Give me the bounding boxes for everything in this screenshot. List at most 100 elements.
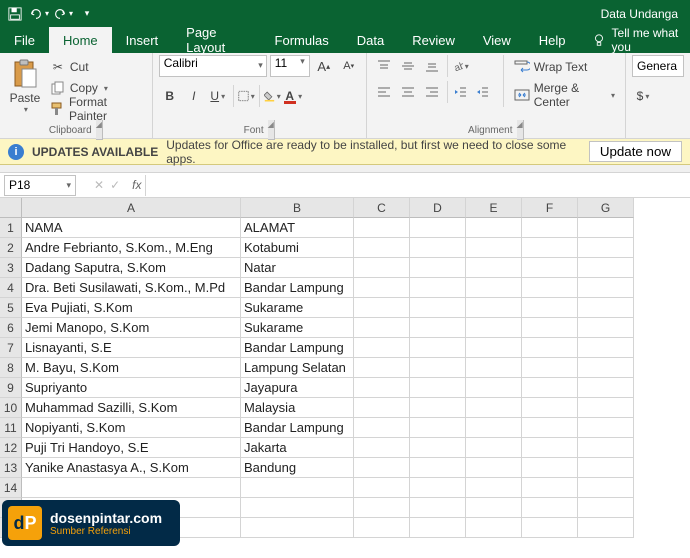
cell[interactable] xyxy=(578,238,634,258)
font-name-select[interactable]: Calibri▾ xyxy=(159,55,267,77)
fx-icon[interactable]: fx xyxy=(132,178,141,192)
cell[interactable]: Malaysia xyxy=(241,398,354,418)
cell[interactable] xyxy=(466,298,522,318)
cell[interactable] xyxy=(466,458,522,478)
update-now-button[interactable]: Update now xyxy=(589,141,682,162)
cell[interactable] xyxy=(410,438,466,458)
fill-color-button[interactable]: ▾ xyxy=(259,85,281,107)
cell[interactable]: Dra. Beti Susilawati, S.Kom., M.Pd xyxy=(22,278,241,298)
row-header[interactable]: 7 xyxy=(0,338,22,358)
column-header[interactable]: E xyxy=(466,198,522,218)
row-header[interactable]: 4 xyxy=(0,278,22,298)
cell[interactable] xyxy=(522,518,578,538)
row-header[interactable]: 8 xyxy=(0,358,22,378)
cell[interactable] xyxy=(578,418,634,438)
cell[interactable]: Kotabumi xyxy=(241,238,354,258)
cell[interactable] xyxy=(578,258,634,278)
font-color-button[interactable]: A▾ xyxy=(283,85,305,107)
italic-button[interactable]: I xyxy=(183,85,205,107)
cell[interactable]: Yanike Anastasya A., S.Kom xyxy=(22,458,241,478)
dialog-launcher-icon[interactable]: ◢ xyxy=(96,120,103,140)
cell[interactable] xyxy=(410,358,466,378)
row-header[interactable]: 13 xyxy=(0,458,22,478)
cell[interactable]: Bandar Lampung xyxy=(241,418,354,438)
cell[interactable] xyxy=(354,458,410,478)
cell[interactable] xyxy=(354,318,410,338)
cell[interactable] xyxy=(466,438,522,458)
currency-button[interactable]: $▾ xyxy=(632,85,654,107)
cell[interactable]: Sukarame xyxy=(241,318,354,338)
number-format-select[interactable]: Genera xyxy=(632,55,684,77)
row-header[interactable]: 12 xyxy=(0,438,22,458)
cell[interactable] xyxy=(354,218,410,238)
cell[interactable] xyxy=(241,518,354,538)
qat-customize-button[interactable]: ▾ xyxy=(76,3,98,25)
cell[interactable] xyxy=(578,318,634,338)
cell[interactable] xyxy=(354,278,410,298)
cell[interactable]: Bandung xyxy=(241,458,354,478)
cell[interactable] xyxy=(410,338,466,358)
cell[interactable]: Lisnayanti, S.E xyxy=(22,338,241,358)
cell[interactable] xyxy=(241,498,354,518)
format-painter-button[interactable]: Format Painter xyxy=(48,99,146,119)
cell[interactable] xyxy=(410,378,466,398)
cell[interactable] xyxy=(578,278,634,298)
cell[interactable]: ALAMAT xyxy=(241,218,354,238)
cell[interactable] xyxy=(522,358,578,378)
cell[interactable] xyxy=(522,398,578,418)
cell[interactable] xyxy=(466,238,522,258)
cell[interactable] xyxy=(22,478,241,498)
tab-file[interactable]: File xyxy=(0,27,49,53)
cell[interactable] xyxy=(578,358,634,378)
save-button[interactable] xyxy=(4,3,26,25)
cell[interactable]: Supriyanto xyxy=(22,378,241,398)
cell[interactable] xyxy=(354,258,410,278)
row-header[interactable]: 1 xyxy=(0,218,22,238)
cell[interactable] xyxy=(522,258,578,278)
bold-button[interactable]: B xyxy=(159,85,181,107)
cell[interactable] xyxy=(354,338,410,358)
cell[interactable]: Nopiyanti, S.Kom xyxy=(22,418,241,438)
cell[interactable] xyxy=(354,238,410,258)
cell[interactable] xyxy=(466,318,522,338)
align-right-button[interactable] xyxy=(421,81,443,103)
cell[interactable] xyxy=(410,218,466,238)
increase-font-button[interactable]: A▴ xyxy=(313,55,335,77)
cell[interactable]: Jakarta xyxy=(241,438,354,458)
column-header[interactable]: A xyxy=(22,198,241,218)
cell[interactable] xyxy=(354,438,410,458)
cell[interactable]: Jemi Manopo, S.Kom xyxy=(22,318,241,338)
cell[interactable] xyxy=(522,338,578,358)
cell[interactable] xyxy=(578,458,634,478)
cell[interactable] xyxy=(241,478,354,498)
cell[interactable] xyxy=(578,338,634,358)
cell[interactable] xyxy=(578,518,634,538)
row-header[interactable]: 14 xyxy=(0,478,22,498)
cell[interactable] xyxy=(466,398,522,418)
cell[interactable]: Bandar Lampung xyxy=(241,278,354,298)
cell[interactable]: Sukarame xyxy=(241,298,354,318)
cell[interactable] xyxy=(354,378,410,398)
column-header[interactable]: B xyxy=(241,198,354,218)
cell[interactable] xyxy=(522,478,578,498)
column-header[interactable]: F xyxy=(522,198,578,218)
column-header[interactable]: C xyxy=(354,198,410,218)
column-header[interactable]: G xyxy=(578,198,634,218)
cell[interactable] xyxy=(354,518,410,538)
cell[interactable] xyxy=(522,278,578,298)
cell[interactable] xyxy=(466,218,522,238)
cell[interactable] xyxy=(410,238,466,258)
cell[interactable] xyxy=(578,498,634,518)
cell[interactable]: Dadang Saputra, S.Kom xyxy=(22,258,241,278)
cell[interactable] xyxy=(354,398,410,418)
cell[interactable]: Eva Pujiati, S.Kom xyxy=(22,298,241,318)
redo-button[interactable]: ▾ xyxy=(52,3,74,25)
align-left-button[interactable] xyxy=(373,81,395,103)
merge-center-button[interactable]: Merge & Center▾ xyxy=(510,83,619,107)
cell[interactable] xyxy=(522,418,578,438)
decrease-indent-button[interactable] xyxy=(447,81,469,103)
row-header[interactable]: 6 xyxy=(0,318,22,338)
cell[interactable]: Puji Tri Handoyo, S.E xyxy=(22,438,241,458)
cell[interactable] xyxy=(410,398,466,418)
cell[interactable] xyxy=(522,218,578,238)
